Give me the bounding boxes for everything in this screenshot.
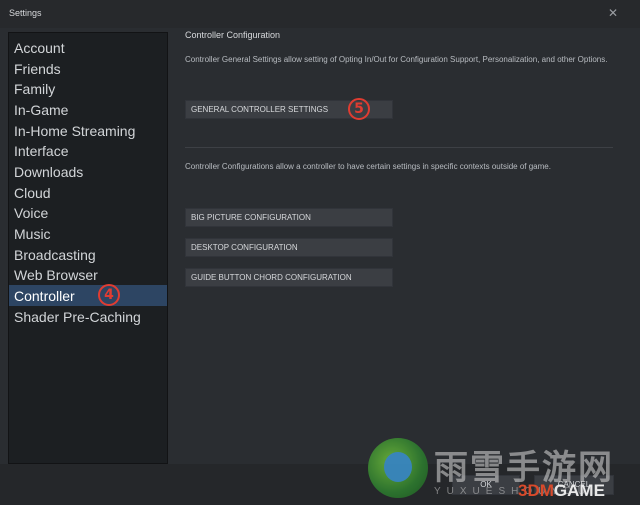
sidebar-item-downloads[interactable]: Downloads bbox=[9, 161, 167, 182]
desktop-configuration-button[interactable]: DESKTOP CONFIGURATION bbox=[185, 238, 393, 257]
sidebar-item-cloud[interactable]: Cloud bbox=[9, 182, 167, 203]
annotation-marker-4: 4 bbox=[98, 284, 120, 306]
settings-sidebar: Account Friends Family In-Game In-Home S… bbox=[8, 32, 168, 464]
watermark-brand-b: GAME bbox=[553, 481, 605, 500]
sidebar-item-label: In-Game bbox=[14, 102, 69, 118]
general-settings-description: Controller General Settings allow settin… bbox=[185, 55, 608, 64]
watermark: 雨雪手游网 YUXUESHOUYOU 3DMGAME bbox=[368, 438, 640, 505]
watermark-logo-icon bbox=[368, 438, 428, 498]
sidebar-item-label: Music bbox=[14, 226, 51, 242]
sidebar-item-label: Cloud bbox=[14, 185, 51, 201]
section-title: Controller Configuration bbox=[185, 30, 281, 40]
configurations-description: Controller Configurations allow a contro… bbox=[185, 162, 551, 171]
big-picture-configuration-button[interactable]: BIG PICTURE CONFIGURATION bbox=[185, 208, 393, 227]
settings-window: Settings ✕ Account Friends Family In-Gam… bbox=[0, 0, 640, 505]
close-icon[interactable]: ✕ bbox=[606, 6, 620, 20]
sidebar-item-broadcasting[interactable]: Broadcasting bbox=[9, 244, 167, 265]
general-controller-settings-label: GENERAL CONTROLLER SETTINGS bbox=[191, 105, 329, 114]
desktop-configuration-label: DESKTOP CONFIGURATION bbox=[191, 243, 298, 252]
annotation-marker-5: 5 bbox=[348, 98, 370, 120]
sidebar-item-label: Interface bbox=[14, 143, 69, 159]
sidebar-item-in-home-streaming[interactable]: In-Home Streaming bbox=[9, 120, 167, 141]
sidebar-item-account[interactable]: Account bbox=[9, 37, 167, 58]
sidebar-item-interface[interactable]: Interface bbox=[9, 140, 167, 161]
sidebar-item-web-browser[interactable]: Web Browser bbox=[9, 264, 167, 285]
sidebar-item-label: Controller bbox=[14, 288, 75, 304]
sidebar-item-label: Friends bbox=[14, 61, 61, 77]
window-title: Settings bbox=[9, 8, 42, 18]
sidebar-item-label: Web Browser bbox=[14, 267, 98, 283]
sidebar-item-label: In-Home Streaming bbox=[14, 123, 136, 139]
sidebar-item-family[interactable]: Family bbox=[9, 78, 167, 99]
sidebar-item-label: Voice bbox=[14, 205, 49, 221]
guide-button-chord-configuration-label: GUIDE BUTTON CHORD CONFIGURATION bbox=[191, 273, 352, 282]
sidebar-item-friends[interactable]: Friends bbox=[9, 58, 167, 79]
sidebar-item-shader-pre-caching[interactable]: Shader Pre-Caching bbox=[9, 306, 167, 327]
sidebar-item-label: Family bbox=[14, 81, 56, 97]
big-picture-configuration-label: BIG PICTURE CONFIGURATION bbox=[191, 213, 311, 222]
guide-button-chord-configuration-button[interactable]: GUIDE BUTTON CHORD CONFIGURATION bbox=[185, 268, 393, 287]
sidebar-item-voice[interactable]: Voice bbox=[9, 202, 167, 223]
controller-configuration-panel: Controller Configuration Controller Gene… bbox=[176, 30, 632, 464]
title-bar[interactable]: Settings ✕ bbox=[0, 0, 640, 28]
sidebar-item-in-game[interactable]: In-Game bbox=[9, 99, 167, 120]
sidebar-item-label: Account bbox=[14, 40, 65, 56]
sidebar-item-label: Downloads bbox=[14, 164, 84, 180]
sidebar-item-label: Broadcasting bbox=[14, 247, 96, 263]
section-divider bbox=[185, 147, 613, 148]
sidebar-item-label: Shader Pre-Caching bbox=[14, 309, 141, 325]
watermark-brand: 3DMGAME bbox=[518, 481, 605, 501]
watermark-brand-a: 3DM bbox=[518, 481, 554, 500]
sidebar-item-controller[interactable]: Controller 4 bbox=[9, 284, 167, 306]
sidebar-item-music[interactable]: Music bbox=[9, 223, 167, 244]
